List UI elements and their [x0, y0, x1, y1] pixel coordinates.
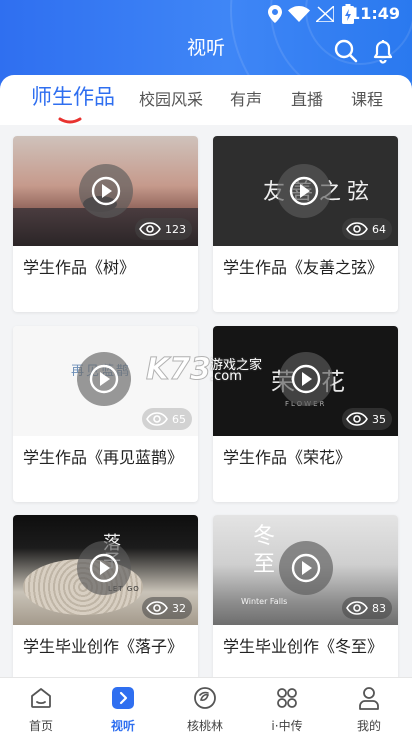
video-card[interactable]: 再见蓝鹊 65 学生作品《再见蓝鹊》 — [13, 326, 198, 502]
eye-icon — [346, 222, 368, 236]
video-thumbnail[interactable]: 落子 LET GO 32 — [13, 515, 198, 625]
play-button[interactable] — [77, 541, 131, 595]
video-thumbnail[interactable]: 再见蓝鹊 65 — [13, 326, 198, 436]
thumbnail-subcaption: Winter Falls — [241, 597, 288, 606]
video-card[interactable]: 荣花 FLOWER 35 学生作品《荣花》 — [213, 326, 398, 502]
view-count-value: 35 — [372, 412, 386, 426]
view-count: 35 — [342, 408, 392, 430]
eye-icon — [346, 601, 368, 615]
eye-icon — [146, 601, 168, 615]
view-count: 83 — [342, 597, 392, 619]
status-time: 11:49 — [349, 4, 400, 23]
video-thumbnail[interactable]: 123 — [13, 136, 198, 246]
nav-walnut-grove[interactable]: 核桃林 — [164, 678, 246, 739]
bottom-navigation: 首页 视听 核桃林 i·中传 我的 — [0, 677, 412, 739]
play-icon — [89, 553, 119, 583]
tab-student-works[interactable]: 师生作品 — [31, 81, 115, 111]
nav-label: 首页 — [28, 719, 53, 733]
location-icon — [268, 5, 282, 23]
video-thumbnail[interactable]: 冬至 Winter Falls 83 — [213, 515, 398, 625]
nav-media[interactable]: 视听 — [82, 678, 164, 739]
view-count: 32 — [142, 597, 192, 619]
video-title[interactable]: 学生毕业创作《冬至》 — [223, 634, 388, 660]
tab-audio[interactable]: 有声 — [230, 86, 262, 110]
view-count-value: 32 — [172, 601, 186, 615]
play-icon — [291, 553, 321, 583]
nav-label: 视听 — [110, 719, 135, 733]
person-icon — [359, 687, 379, 710]
nav-label: 核桃林 — [186, 719, 223, 733]
video-thumbnail[interactable]: 友善之弦 64 — [213, 136, 398, 246]
play-icon — [89, 364, 119, 394]
eye-icon — [146, 412, 168, 426]
play-button[interactable] — [279, 541, 333, 595]
video-title[interactable]: 学生作品《友善之弦》 — [223, 255, 388, 281]
eye-icon — [139, 222, 161, 236]
view-count-value: 65 — [172, 412, 186, 426]
walnut-icon — [194, 687, 216, 709]
search-icon[interactable] — [333, 38, 359, 64]
play-button[interactable] — [77, 352, 131, 406]
wifi-icon — [288, 6, 310, 22]
nav-profile[interactable]: 我的 — [328, 678, 410, 739]
tab-campus-style[interactable]: 校园风采 — [139, 86, 203, 110]
home-icon — [31, 688, 51, 708]
play-icon — [91, 176, 121, 206]
play-button[interactable] — [277, 164, 331, 218]
video-thumbnail[interactable]: 荣花 FLOWER 35 — [213, 326, 398, 436]
play-icon — [289, 176, 319, 206]
video-card[interactable]: 冬至 Winter Falls 83 学生毕业创作《冬至》 — [213, 515, 398, 691]
video-title[interactable]: 学生作品《再见蓝鹊》 — [23, 445, 188, 471]
status-bar: 11:49 — [0, 0, 412, 28]
nav-label: i·中传 — [271, 719, 303, 733]
video-card[interactable]: 落子 LET GO 32 学生毕业创作《落子》 — [13, 515, 198, 691]
active-tab-indicator — [58, 117, 82, 124]
video-title[interactable]: 学生毕业创作《落子》 — [23, 634, 188, 660]
view-count-value: 83 — [372, 601, 386, 615]
video-title[interactable]: 学生作品《荣花》 — [223, 445, 388, 471]
nav-i-cuc[interactable]: i·中传 — [246, 678, 328, 739]
view-count-value: 123 — [165, 222, 186, 236]
play-button[interactable] — [79, 164, 133, 218]
tab-live[interactable]: 直播 — [291, 86, 323, 110]
signal-icon — [316, 6, 334, 22]
view-count-value: 64 — [372, 222, 386, 236]
video-card[interactable]: 123 学生作品《树》 — [13, 136, 198, 312]
grid-icon — [277, 688, 297, 708]
video-card[interactable]: 友善之弦 64 学生作品《友善之弦》 — [213, 136, 398, 312]
eye-icon — [346, 412, 368, 426]
view-count: 65 — [142, 408, 192, 430]
nav-label: 我的 — [356, 719, 381, 733]
play-icon — [291, 364, 321, 394]
play-button[interactable] — [279, 352, 333, 406]
tab-courses[interactable]: 课程 — [351, 86, 383, 110]
bell-icon[interactable] — [370, 38, 396, 64]
view-count: 123 — [135, 218, 192, 240]
nav-home[interactable]: 首页 — [0, 678, 82, 739]
play-square-icon — [112, 687, 134, 709]
view-count: 64 — [342, 218, 392, 240]
video-title[interactable]: 学生作品《树》 — [23, 255, 188, 281]
